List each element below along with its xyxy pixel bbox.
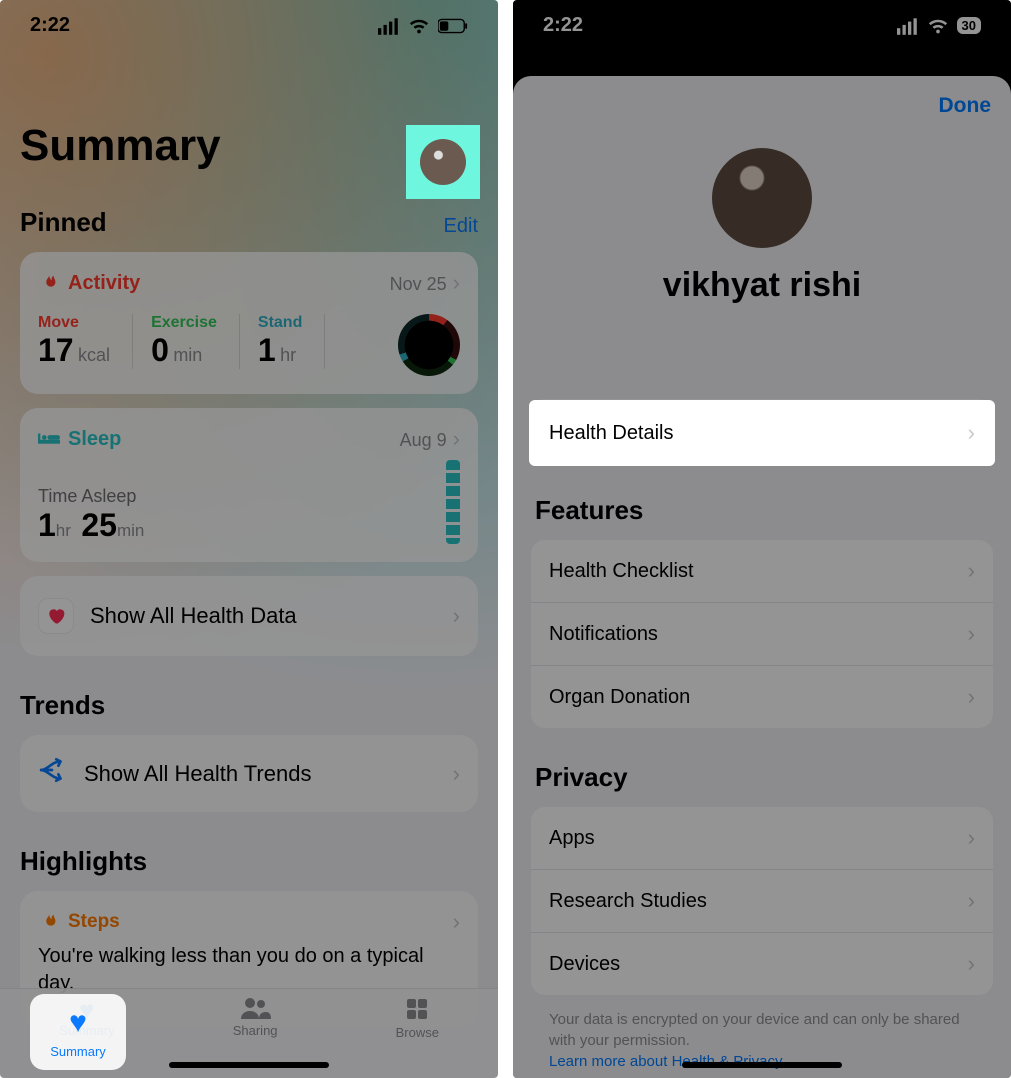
privacy-header: Privacy xyxy=(531,762,993,793)
chevron-right-icon: › xyxy=(453,426,460,451)
show-all-data-label: Show All Health Data xyxy=(90,603,431,629)
status-icons xyxy=(378,15,468,37)
features-group: Health Checklist › Notifications › Organ D… xyxy=(531,540,993,728)
apps-label: Apps xyxy=(549,827,595,850)
research-studies-row[interactable]: Research Studies › xyxy=(531,870,993,933)
tab-sharing[interactable]: Sharing xyxy=(233,997,278,1038)
notifications-label: Notifications xyxy=(549,623,658,646)
health-checklist-label: Health Checklist xyxy=(549,560,694,583)
chevron-right-icon: › xyxy=(453,909,460,935)
tab-browse-label: Browse xyxy=(396,1025,439,1040)
chevron-right-icon: › xyxy=(968,825,975,851)
status-icons: 30 xyxy=(897,15,981,37)
show-all-trends-row[interactable]: Show All Health Trends › xyxy=(20,735,478,812)
heart-fill-icon: ♥ xyxy=(69,1006,87,1040)
done-button[interactable]: Done xyxy=(939,94,992,118)
profile-avatar[interactable] xyxy=(712,148,812,248)
chevron-right-icon: › xyxy=(968,684,975,710)
summary-screen: 2:22 Summary Pinned Edit Activity Nov 25… xyxy=(0,0,498,1078)
avatar-image xyxy=(420,139,466,185)
activity-card[interactable]: Activity Nov 25› Move 17 kcal Exercise 0… xyxy=(20,252,478,394)
chevron-right-icon: › xyxy=(968,558,975,584)
sleep-chart-icon xyxy=(446,460,460,544)
tab-summary-label: Summary xyxy=(50,1044,106,1059)
flame-icon xyxy=(38,911,60,933)
organ-donation-label: Organ Donation xyxy=(549,686,690,709)
devices-label: Devices xyxy=(549,953,620,976)
cellular-icon xyxy=(378,15,400,37)
chevron-right-icon: › xyxy=(968,888,975,914)
steps-label-text: Steps xyxy=(68,911,120,933)
flame-icon xyxy=(38,272,60,294)
chevron-right-icon: › xyxy=(968,951,975,977)
sleep-label: Sleep xyxy=(38,428,121,451)
trends-header: Trends xyxy=(20,690,478,721)
notifications-row[interactable]: Notifications › xyxy=(531,603,993,666)
privacy-group: Apps › Research Studies › Devices › xyxy=(531,807,993,995)
battery-icon xyxy=(438,15,468,37)
chevron-right-icon: › xyxy=(453,270,460,295)
battery-icon: 30 xyxy=(957,17,981,34)
profile-sheet: Done vikhyat rishi Medical ID › Features… xyxy=(513,76,1011,1078)
chevron-right-icon: › xyxy=(968,621,975,647)
wifi-icon xyxy=(408,15,430,37)
devices-row[interactable]: Devices › xyxy=(531,933,993,995)
profile-screen: 2:22 30 Done vikhyat rishi Medical ID › … xyxy=(513,0,1011,1078)
bed-icon xyxy=(38,428,60,450)
cellular-icon xyxy=(897,15,919,37)
profile-avatar-button[interactable] xyxy=(406,125,480,199)
features-header: Features xyxy=(531,495,993,526)
activity-date: Nov 25› xyxy=(390,270,460,296)
organ-donation-row[interactable]: Organ Donation › xyxy=(531,666,993,728)
edit-button[interactable]: Edit xyxy=(444,215,478,238)
activity-label-text: Activity xyxy=(68,272,140,295)
show-all-health-data-row[interactable]: Show All Health Data › xyxy=(20,576,478,656)
activity-ring-icon xyxy=(398,314,460,376)
wifi-icon xyxy=(927,15,949,37)
health-details-label: Health Details xyxy=(549,422,674,445)
exercise-metric: Exercise 0 min xyxy=(151,314,240,369)
chevron-right-icon: › xyxy=(453,761,460,787)
tab-browse[interactable]: Browse xyxy=(396,997,439,1040)
status-time: 2:22 xyxy=(30,14,70,37)
research-studies-label: Research Studies xyxy=(549,890,707,913)
sleep-label-text: Sleep xyxy=(68,428,121,451)
grid-icon xyxy=(396,997,439,1025)
trends-icon xyxy=(38,757,68,790)
sleep-card[interactable]: Sleep Aug 9› Time Asleep 1hr 25min xyxy=(20,408,478,562)
move-metric: Move 17 kcal xyxy=(38,314,133,369)
pinned-header: Pinned xyxy=(20,207,107,238)
status-bar: 2:22 30 xyxy=(513,0,1011,51)
health-details-row[interactable]: Health Details › xyxy=(531,402,993,464)
status-time: 2:22 xyxy=(543,14,583,37)
sleep-date: Aug 9› xyxy=(400,426,460,452)
status-bar: 2:22 xyxy=(0,0,498,51)
highlights-header: Highlights xyxy=(20,846,478,877)
tab-sharing-label: Sharing xyxy=(233,1023,278,1038)
heart-icon xyxy=(38,598,74,634)
stand-metric: Stand 1 hr xyxy=(258,314,325,369)
steps-label: Steps xyxy=(38,911,120,933)
people-icon xyxy=(233,997,278,1023)
privacy-footer-text: Your data is encrypted on your device an… xyxy=(531,995,993,1053)
profile-name: vikhyat rishi xyxy=(531,266,993,305)
tab-summary-highlighted[interactable]: ♥ Summary xyxy=(30,994,126,1070)
home-indicator[interactable] xyxy=(682,1062,842,1068)
apps-row[interactable]: Apps › xyxy=(531,807,993,870)
show-all-trends-label: Show All Health Trends xyxy=(84,761,431,787)
chevron-right-icon: › xyxy=(968,420,975,446)
activity-label: Activity xyxy=(38,272,140,295)
chevron-right-icon: › xyxy=(453,603,460,629)
health-checklist-row[interactable]: Health Checklist › xyxy=(531,540,993,603)
home-indicator[interactable] xyxy=(169,1062,329,1068)
time-asleep-metric: Time Asleep 1hr 25min xyxy=(38,486,144,544)
